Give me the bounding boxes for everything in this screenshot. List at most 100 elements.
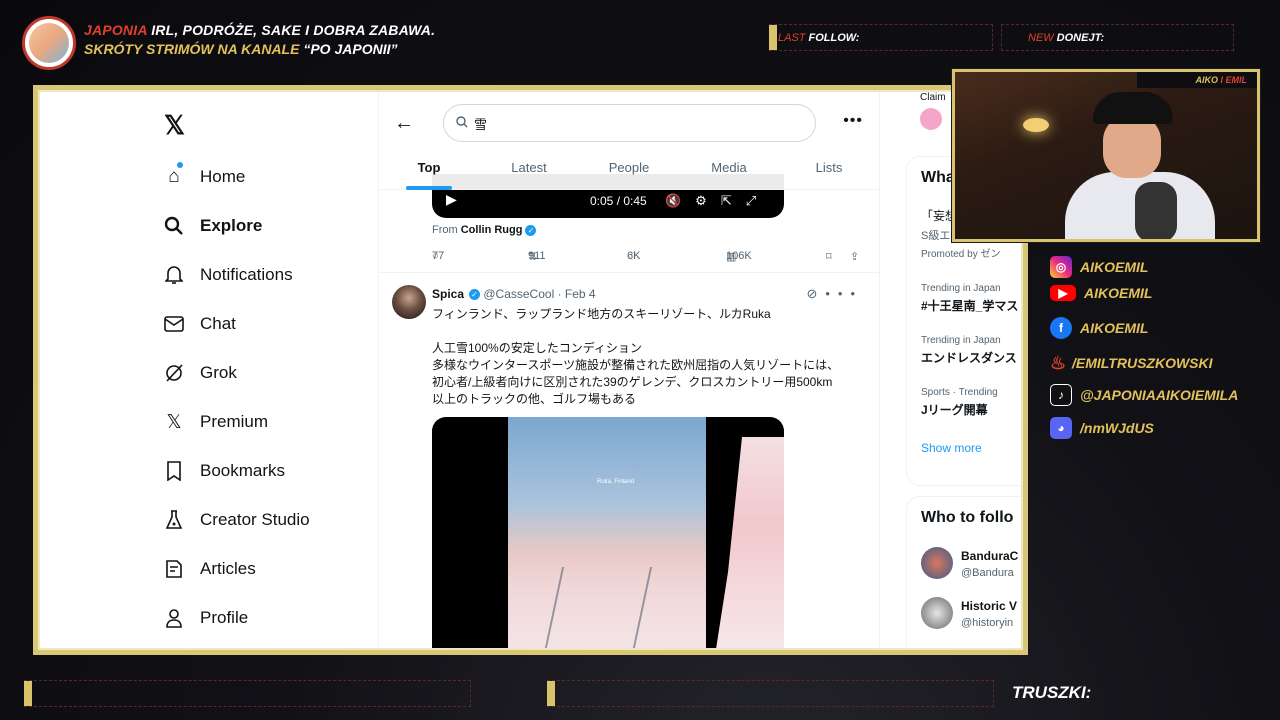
webcam-feed: AIKO I EMIL [955,72,1257,239]
tab-latest[interactable]: Latest [479,150,579,190]
search-icon [162,214,186,238]
lamp-light [1023,118,1049,132]
author-name[interactable]: Spica [432,287,464,301]
webcam-frame: AIKO I EMIL [951,68,1261,243]
cam-label-sep: I [1217,75,1226,85]
bottom-bar-right [547,680,994,707]
avatar[interactable] [392,285,426,319]
verified-badge-icon: ✓ [525,224,537,236]
truszki-label: TRUSZKI: [1012,683,1092,702]
sidebar-item-articles[interactable]: Articles [162,557,256,581]
sidebar-item-label: Chat [200,314,236,333]
x-icon: 𝕏 [166,411,182,433]
last-follow-box: LAST FOLLOW: [769,24,993,51]
video-controls-icons[interactable]: 🔇⚙⇱⤢ [665,193,770,209]
flame-icon: ♨ [1049,352,1067,373]
instagram-icon: ◎ [1050,256,1072,278]
sidebar-item-label: Grok [200,363,237,382]
video-location-tag: Ruka, Finland [597,479,635,485]
trend-meta: Sports · Trending [921,387,998,398]
sidebar-item-label: Notifications [200,265,293,284]
follow-name[interactable]: BanduraC [961,549,1018,563]
grok-and-more-icons[interactable]: ⊘••• [806,286,863,302]
reply-count: 77 [432,250,445,262]
sidebar-item-notifications[interactable]: Notifications [162,263,293,287]
bookmark-button-icon[interactable]: ⌑ [826,250,832,263]
author-handle: @CasseCool · Feb 4 [483,287,596,301]
new-donejt-prefix: NEW [1028,31,1054,44]
tweet-divider [379,272,879,273]
social-youtube: ▶ AIKOEMIL [1050,285,1152,301]
tweet-text-line: 以上のトラックの他、ゴルフ場もある [432,392,637,406]
tweet-text-line: 多様なウインタースポーツ施設が整備された欧州屈指の人気リゾートには、 [432,358,840,372]
promoted-by[interactable]: Promoted by ゼン [921,245,1000,260]
cam-label-1: AIKO [1195,75,1218,85]
overlay-title-accent: JAPONIA [84,22,148,38]
social-handle: @JAPONIAAIKOIEMILA [1080,387,1239,403]
search-input[interactable]: 雪 [443,104,816,142]
tab-lists[interactable]: Lists [779,150,879,190]
social-facebook: f AIKOEMIL [1050,317,1148,339]
avatar[interactable] [921,597,953,629]
repost-count: 911 [528,250,546,262]
sidebar-item-label: Premium [200,412,269,431]
social-handle: AIKOEMIL [1084,285,1153,301]
x-logo[interactable]: 𝕏 [164,110,185,141]
bookmark-icon [162,459,186,483]
more-options-icon[interactable]: ••• [843,112,863,130]
share-icon[interactable]: ⇪ [850,250,859,263]
trend-title[interactable]: #十王星南_学マス [921,297,1018,314]
webcam-label: AIKO I EMIL [1137,72,1257,88]
trend-meta: Trending in Japan [921,335,1001,346]
sidebar-item-chat[interactable]: Chat [162,312,236,336]
verified-badge-icon: ✓ [469,289,481,301]
overlay-subtitle: SKRÓTY STRIMÓW NA KANALE “PO JAPONII” [84,41,397,57]
trend-title[interactable]: エンドレスダンス [921,349,1017,366]
sidebar-item-label: Profile [200,608,249,627]
sidebar-item-premium[interactable]: 𝕏 Premium [162,410,268,434]
sidebar-item-label: Bookmarks [200,461,286,480]
tab-media[interactable]: Media [679,150,779,190]
social-handle: /EMILTRUSZKOWSKI [1072,355,1213,371]
sidebar-item-creator-studio[interactable]: Creator Studio [162,508,310,532]
promo-line-2: S級エ [921,230,951,242]
sidebar-item-label: Explore [200,216,263,235]
overlay-title: JAPONIA IRL, PODRÓŻE, SAKE I DOBRA ZABAW… [84,22,435,38]
channel-logo [22,16,76,70]
search-value: 雪 [474,116,488,132]
grok-icon [162,361,186,385]
who-to-follow-heading: Who to follo [921,509,1014,526]
tab-people[interactable]: People [579,150,679,190]
video-source: From Collin Rugg ✓ [432,224,537,236]
youtube-icon: ▶ [1050,285,1076,301]
tab-top[interactable]: Top [379,150,479,190]
play-icon[interactable]: ▶ [446,191,457,208]
follow-handle: @historyin [961,617,1014,629]
tweet-video[interactable]: Ruka, Finland [432,417,784,648]
back-arrow-icon[interactable]: ← [394,112,414,135]
show-more-link[interactable]: Show more [921,441,982,455]
browser-window: 𝕏 ⌂ Home Explore Notifications Chat Grok… [38,90,1023,650]
social-handle: /nmWJdUS [1080,420,1154,436]
sidebar-item-profile[interactable]: Profile [162,606,248,630]
flask-icon [162,508,186,532]
sidebar-item-explore[interactable]: Explore [162,214,262,238]
sidebar-item-home[interactable]: ⌂ Home [162,162,245,189]
overlay-subtitle-prefix: SKRÓTY STRIMÓW NA KANALE [84,41,304,57]
stream-overlay: JAPONIA IRL, PODRÓŻE, SAKE I DOBRA ZABAW… [0,0,1280,720]
mail-icon [162,312,186,336]
sidebar-item-grok[interactable]: Grok [162,361,237,385]
video-time: 0:05 / 0:45 [590,194,647,208]
discord-icon: ◕ [1050,417,1072,439]
like-count: 6K [627,250,641,262]
from-name[interactable]: Collin Rugg [461,224,523,236]
overlay-subtitle-quote: “PO JAPONII” [303,41,398,57]
social-flame: ♨ /EMILTRUSZKOWSKI [1050,352,1213,374]
x-sidebar: 𝕏 ⌂ Home Explore Notifications Chat Grok… [40,92,380,648]
search-tabs: Top Latest People Media Lists [379,150,879,190]
trend-title[interactable]: Jリーグ開幕 [921,401,988,418]
follow-name[interactable]: Historic V [961,599,1017,613]
avatar[interactable] [921,547,953,579]
sidebar-item-bookmarks[interactable]: Bookmarks [162,459,285,483]
social-instagram: ◎ AIKOEMIL [1050,256,1148,278]
